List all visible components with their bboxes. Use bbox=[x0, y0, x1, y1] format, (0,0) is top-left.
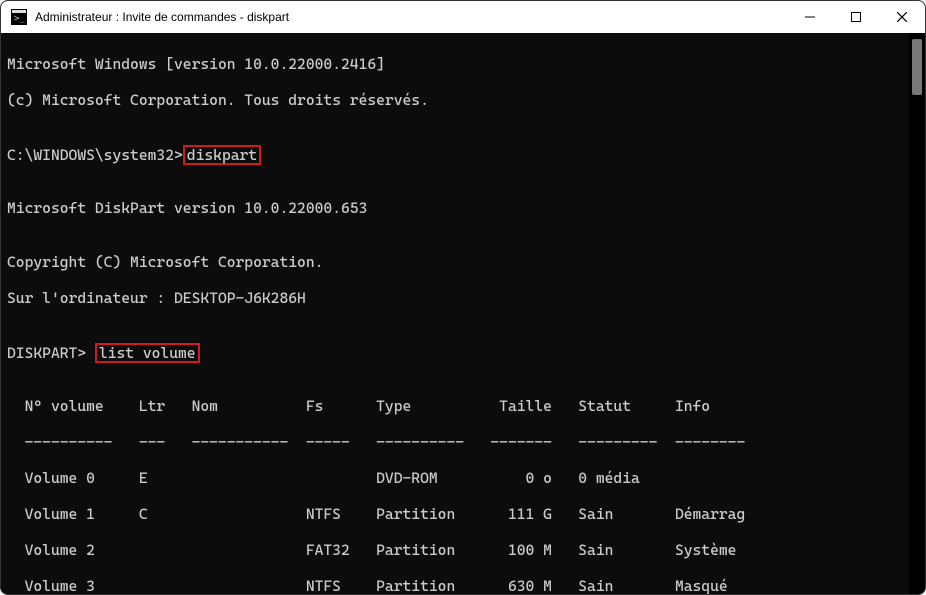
table-row: Volume 0EDVD-ROM0 o0 média bbox=[7, 469, 903, 487]
table-row: Volume 3NTFSPartition630 MSainMasqué bbox=[7, 577, 903, 595]
cmd-list-volume: list volume bbox=[95, 343, 200, 363]
minimize-button[interactable] bbox=[787, 1, 833, 33]
prompt-diskpart: C:\WINDOWS\system32>diskpart bbox=[7, 145, 903, 163]
diskpart-prompt: DISKPART> bbox=[7, 344, 95, 362]
prompt-path: C:\WINDOWS\system32> bbox=[7, 146, 183, 164]
terminal-area: Microsoft Windows [version 10.0.22000.24… bbox=[1, 33, 925, 595]
window-title: Administrateur : Invite de commandes - d… bbox=[35, 10, 787, 24]
os-version-line: Microsoft Windows [version 10.0.22000.24… bbox=[7, 55, 903, 73]
diskpart-copyright: Copyright (C) Microsoft Corporation. bbox=[7, 253, 903, 271]
table-separator: ----------------------------------------… bbox=[7, 433, 903, 451]
table-row: Volume 1CNTFSPartition111 GSainDémarrag bbox=[7, 505, 903, 523]
maximize-button[interactable] bbox=[833, 1, 879, 33]
diskpart-version: Microsoft DiskPart version 10.0.22000.65… bbox=[7, 199, 903, 217]
window-controls bbox=[787, 1, 925, 33]
close-button[interactable] bbox=[879, 1, 925, 33]
terminal-output[interactable]: Microsoft Windows [version 10.0.22000.24… bbox=[1, 33, 909, 595]
copyright-line: (c) Microsoft Corporation. Tous droits r… bbox=[7, 91, 903, 109]
titlebar[interactable]: >_ Administrateur : Invite de commandes … bbox=[1, 1, 925, 33]
table-header: N° volumeLtrNomFsTypeTailleStatutInfo bbox=[7, 397, 903, 415]
command-prompt-window: >_ Administrateur : Invite de commandes … bbox=[0, 0, 926, 595]
scrollbar-thumb[interactable] bbox=[912, 39, 922, 95]
diskpart-computer: Sur l'ordinateur : DESKTOP-J6K286H bbox=[7, 289, 903, 307]
svg-text:>_: >_ bbox=[14, 14, 25, 24]
prompt-list-volume: DISKPART> list volume bbox=[7, 343, 903, 361]
cmd-icon: >_ bbox=[11, 9, 27, 25]
table-row: Volume 2FAT32Partition100 MSainSystème bbox=[7, 541, 903, 559]
cmd-diskpart: diskpart bbox=[183, 145, 261, 165]
vertical-scrollbar[interactable] bbox=[909, 33, 925, 595]
